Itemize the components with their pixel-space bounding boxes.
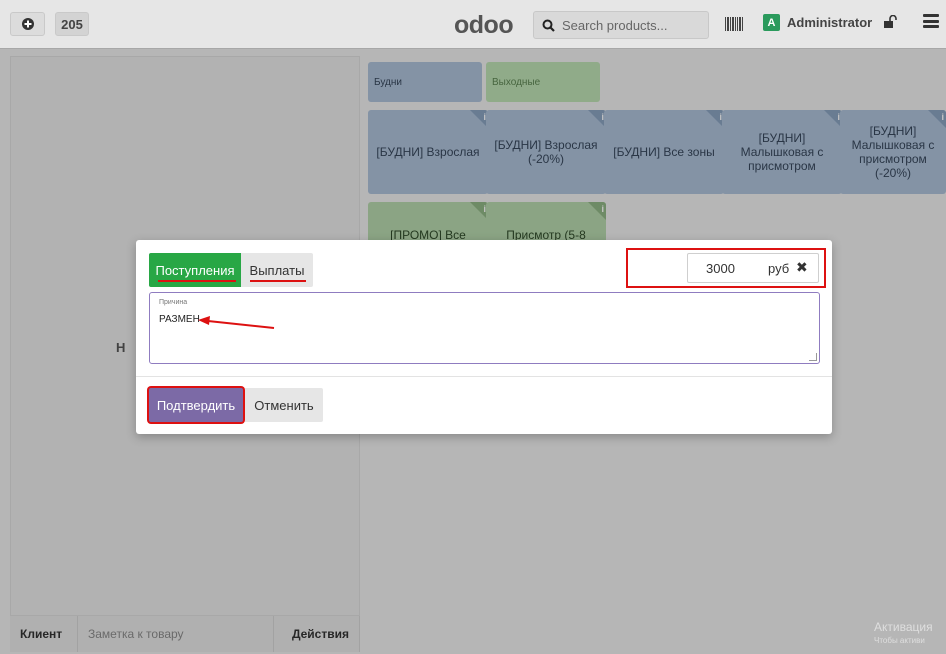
barcode-icon[interactable] (725, 17, 743, 31)
plus-circle-icon (21, 18, 34, 30)
dialog-divider (136, 376, 832, 377)
watermark-subtitle: Чтобы активи (874, 636, 925, 645)
hamburger-menu-icon[interactable] (923, 14, 939, 28)
dialog-header: Поступления Выплаты 3000 руб ✖ (136, 240, 832, 292)
activation-watermark: Активация Чтобы активи (874, 620, 933, 648)
order-tab[interactable]: 205 (55, 12, 89, 36)
search-input[interactable]: Search products... (533, 11, 709, 39)
user-menu[interactable]: A Administrator (763, 14, 872, 31)
search-placeholder: Search products... (562, 17, 668, 33)
search-icon (542, 19, 555, 32)
clear-amount-icon[interactable]: ✖ (796, 259, 808, 276)
annotation-arrow (198, 316, 275, 329)
add-order-button[interactable] (10, 12, 45, 36)
cash-in-label: Поступления (155, 262, 235, 278)
cash-out-label: Выплаты (249, 262, 305, 278)
reason-value: РАЗМЕН (159, 314, 200, 325)
cancel-button[interactable]: Отменить (245, 388, 323, 422)
unlock-icon[interactable] (883, 14, 897, 33)
currency-label: руб (768, 261, 790, 276)
confirm-button[interactable]: Подтвердить (149, 388, 243, 422)
annotation-underline (250, 280, 306, 282)
amount-input[interactable]: 3000 руб ✖ (687, 253, 819, 283)
avatar: A (763, 14, 780, 31)
odoo-logo: odoo (454, 11, 514, 39)
amount-value: 3000 (706, 261, 735, 276)
watermark-title: Активация (874, 620, 933, 634)
resize-handle-icon[interactable] (809, 353, 817, 361)
cash-in-out-dialog: Поступления Выплаты 3000 руб ✖ Причина Р… (136, 240, 832, 434)
reason-label: Причина (159, 299, 188, 306)
top-bar: 205 odoo Search products... A Administra… (0, 0, 946, 49)
user-name: Administrator (787, 15, 873, 30)
annotation-underline (158, 280, 236, 282)
